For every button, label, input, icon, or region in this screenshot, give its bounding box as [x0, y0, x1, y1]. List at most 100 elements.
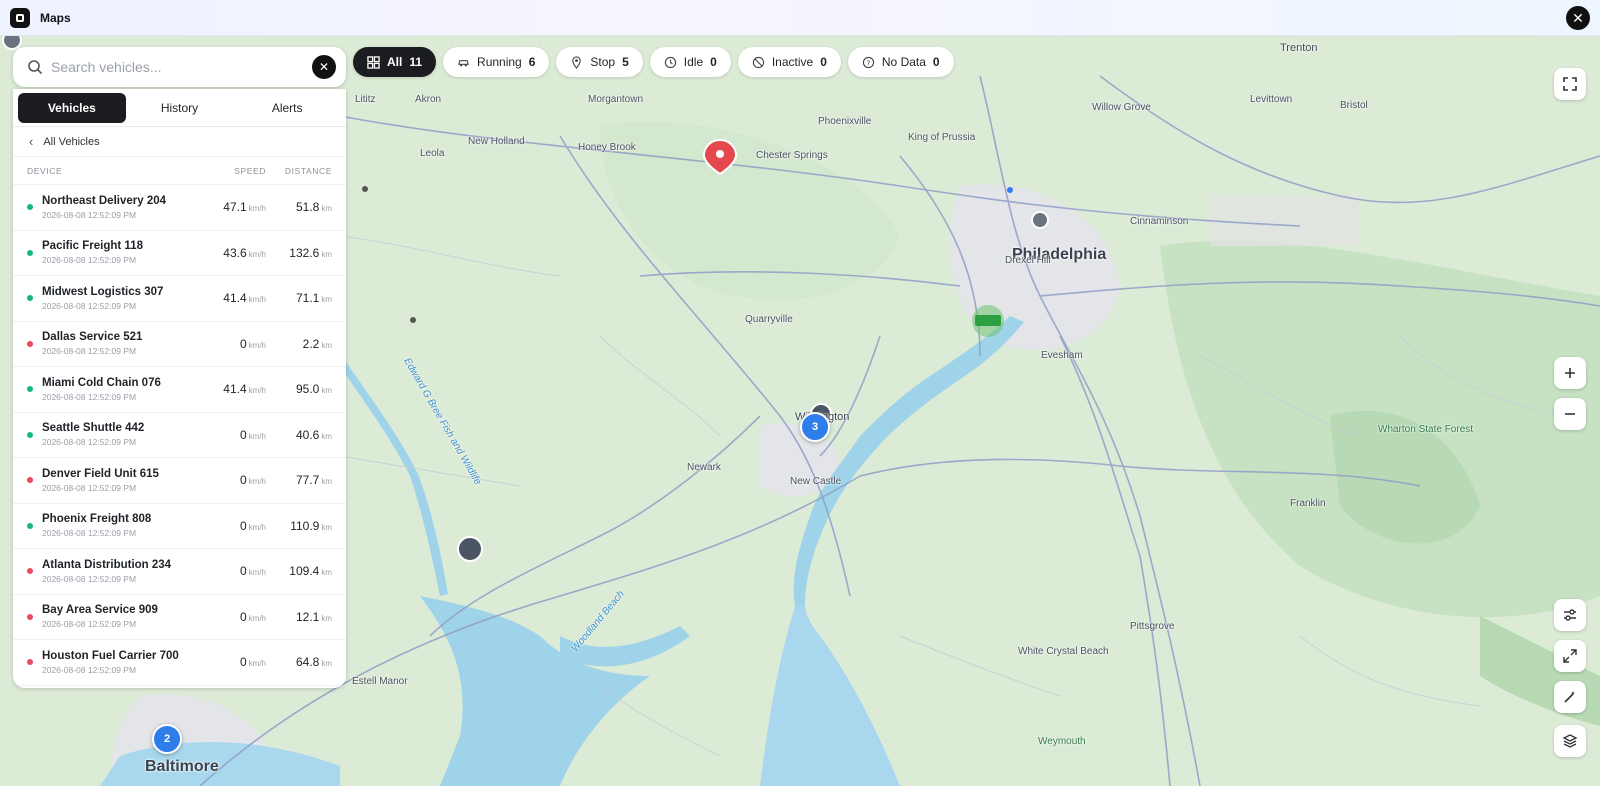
map-label-town: Estell Manor [352, 676, 408, 687]
vehicle-row[interactable]: Midwest Logistics 307 2026-08-08 12:52:09… [13, 276, 346, 322]
vehicle-row[interactable]: Dallas Service 521 2026-08-08 12:52:09 PM… [13, 322, 346, 367]
search-input[interactable] [51, 52, 312, 82]
speed-value: 0 [239, 336, 247, 351]
filter-inactive[interactable]: Inactive 0 [737, 47, 841, 77]
device-distance: 110.9 km [266, 519, 332, 533]
vehicle-row[interactable]: Bay Area Service 909 2026-08-08 12:52:09 … [13, 595, 346, 640]
vehicle-row[interactable]: Phoenix Freight 808 2026-08-08 12:52:09 P… [13, 504, 346, 549]
speed-unit: km/h [248, 431, 266, 441]
device-info: Phoenix Freight 808 2026-08-08 12:52:09 P… [42, 513, 200, 538]
device-distance: 51.8 km [266, 200, 332, 214]
device-distance: 40.6 km [266, 428, 332, 442]
distance-unit: km [321, 477, 332, 487]
distance-value: 71.1 [295, 291, 320, 306]
device-distance: 12.1 km [266, 610, 332, 624]
filter-count: 0 [710, 55, 717, 69]
speed-value: 0 [239, 518, 247, 533]
fullscreen-button[interactable] [1554, 68, 1586, 100]
device-distance: 64.8 km [266, 655, 332, 669]
map-label-town: Morgantown [588, 94, 644, 105]
filter-stop[interactable]: Stop 5 [556, 47, 643, 77]
map-label-town: Leola [420, 148, 445, 159]
map-label-town: Evesham [1041, 350, 1083, 361]
filter-idle[interactable]: Idle 0 [649, 47, 731, 77]
device-speed: 0 km/h [200, 337, 266, 351]
expand-icon [1563, 649, 1577, 663]
map-label-town: Honey Brook [578, 142, 636, 153]
filter-all[interactable]: All 11 [353, 47, 437, 77]
grid-icon [367, 55, 380, 69]
vehicle-row[interactable]: Northeast Delivery 204 2026-08-08 12:52:0… [13, 185, 346, 231]
distance-value: 51.8 [295, 200, 320, 215]
map-label-town: Lititz [355, 94, 376, 105]
filter-label: All [387, 55, 403, 69]
map-label-town: Chester Springs [756, 150, 828, 161]
pin-icon [572, 55, 582, 69]
layers-button[interactable] [1554, 725, 1586, 757]
clear-search-button[interactable]: ✕ [312, 55, 336, 79]
filter-running[interactable]: Running 6 [443, 47, 550, 77]
map-label-town: King of Prussia [908, 132, 976, 143]
device-speed: 41.4 km/h [200, 291, 266, 305]
device-info: Dallas Service 521 2026-08-08 12:52:09 PM [42, 331, 200, 356]
car-icon [458, 59, 469, 66]
filter-no-data[interactable]: ? No Data 0 [847, 47, 954, 77]
speed-unit: km/h [248, 295, 266, 305]
cluster-marker[interactable]: 2 [152, 724, 182, 754]
vehicle-row[interactable]: Atlanta Distribution 234 2026-08-08 12:52… [13, 549, 346, 595]
map-label-town: New Holland [468, 136, 525, 147]
speed-unit: km/h [248, 659, 266, 669]
device-distance: 2.2 km [266, 337, 332, 351]
column-distance: DISTANCE [284, 165, 332, 176]
map-label-town: Bristol [1340, 100, 1368, 111]
device-name: Denver Field Unit 615 [42, 467, 159, 480]
speed-unit: km/h [248, 522, 266, 532]
vehicle-row[interactable]: Miami Cold Chain 076 2026-08-08 12:52:09 … [13, 367, 346, 413]
device-timestamp: 2026-08-08 12:52:09 PM [42, 664, 137, 675]
distance-value: 110.9 [290, 518, 320, 533]
column-device: DEVICE [27, 165, 63, 176]
vehicle-row[interactable]: Denver Field Unit 615 2026-08-08 12:52:09… [13, 458, 346, 504]
device-name: Northeast Delivery 204 [42, 194, 167, 207]
back-to-all-vehicles[interactable]: ‹ All Vehicles [13, 127, 346, 157]
distance-unit: km [321, 386, 332, 396]
vehicle-row[interactable]: Pacific Freight 118 2026-08-08 12:52:09 P… [13, 231, 346, 276]
device-name: Midwest Logistics 307 [42, 285, 164, 298]
speed-value: 0 [239, 473, 247, 488]
distance-value: 109.4 [289, 564, 320, 579]
device-speed: 0 km/h [200, 519, 266, 533]
speed-unit: km/h [248, 568, 266, 578]
distance-unit: km [321, 659, 332, 669]
tab-history[interactable]: History [126, 93, 234, 123]
device-info: Bay Area Service 909 2026-08-08 12:52:09 … [42, 604, 200, 629]
vehicle-row[interactable]: Houston Fuel Carrier 700 2026-08-08 12:52… [13, 640, 346, 686]
fullscreen-icon [1563, 77, 1577, 91]
map-settings-button[interactable] [1554, 599, 1586, 631]
tab-alerts[interactable]: Alerts [233, 93, 341, 123]
device-distance: 71.1 km [266, 291, 332, 305]
speed-unit: km/h [248, 477, 266, 487]
map-label-city: Baltimore [145, 758, 219, 775]
status-dot [27, 249, 33, 256]
map-label-town: Cinnaminson [1130, 216, 1189, 227]
device-timestamp: 2026-08-08 12:52:09 PM [42, 437, 137, 448]
zoom-in-button[interactable] [1554, 357, 1586, 389]
fit-bounds-button[interactable] [1554, 640, 1586, 672]
cluster-marker[interactable]: 3 [800, 412, 830, 442]
zoom-out-button[interactable] [1554, 398, 1586, 430]
device-speed: 0 km/h [200, 428, 266, 442]
device-name: Phoenix Freight 808 [42, 513, 152, 526]
tab-vehicles[interactable]: Vehicles [18, 92, 126, 123]
device-speed: 43.6 km/h [200, 246, 266, 260]
device-info: Atlanta Distribution 234 2026-08-08 12:52… [42, 559, 200, 584]
map-label-park: Weymouth [1038, 736, 1086, 747]
magic-wand-button[interactable] [1554, 681, 1586, 713]
device-distance: 77.7 km [266, 473, 332, 487]
vehicle-row[interactable]: Seattle Shuttle 442 2026-08-08 12:52:09 P… [13, 413, 346, 458]
device-timestamp: 2026-08-08 12:52:09 PM [42, 573, 137, 584]
distance-unit: km [321, 431, 332, 441]
map-label-town: Franklin [1290, 498, 1326, 509]
close-app-button[interactable]: ✕ [1566, 6, 1590, 30]
device-speed: 0 km/h [200, 473, 266, 487]
device-name: Miami Cold Chain 076 [42, 376, 161, 389]
